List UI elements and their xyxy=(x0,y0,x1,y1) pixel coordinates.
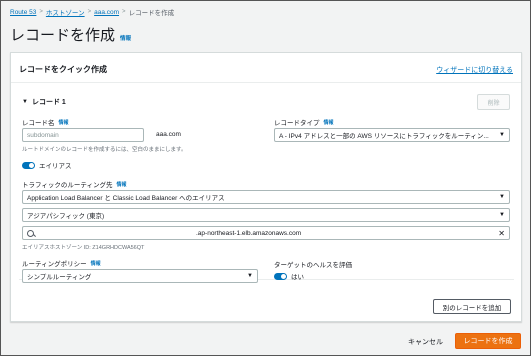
record-name-label-text: レコード名 xyxy=(22,120,55,127)
record-name-domain-suffix: aaa.com xyxy=(156,131,181,138)
routing-target-label: トラフィックのルーティング先 情報 xyxy=(22,179,127,190)
caret-down-icon: ▼ xyxy=(499,212,505,218)
evaluate-health-label: ターゲットのヘルスを評価 xyxy=(274,262,352,269)
load-balancer-value: .ap-northeast-1.elb.amazonaws.com xyxy=(196,229,302,237)
record-name-label: レコード名 情報 xyxy=(22,117,69,128)
record-name-input[interactable]: subdomain xyxy=(22,128,144,142)
search-icon xyxy=(27,229,34,237)
evaluate-health-value: はい xyxy=(291,274,304,281)
routing-target-info-link[interactable]: 情報 xyxy=(116,181,126,188)
routing-policy-info-link[interactable]: 情報 xyxy=(91,260,101,267)
chevron-right-icon: > xyxy=(39,9,43,15)
breadcrumb-domain[interactable]: aaa.com xyxy=(94,9,119,16)
region-value: アジアパシフィック (東京) xyxy=(27,213,105,220)
cancel-button[interactable]: キャンセル xyxy=(408,337,443,347)
switch-to-wizard-link[interactable]: ウィザードに切り替える xyxy=(436,65,513,75)
alias-toggle[interactable]: エイリアス xyxy=(22,160,72,170)
panel-header: レコードをクイック作成 ウィザードに切り替える xyxy=(11,53,521,83)
record-heading: レコード 1 xyxy=(31,99,66,106)
record-header-toggle[interactable]: ▼ レコード 1 xyxy=(22,97,66,107)
routing-policy-label-text: ルーティングポリシー xyxy=(22,261,87,268)
breadcrumb-hosted-zones[interactable]: ホストゾーン xyxy=(46,7,85,17)
breadcrumb-current: レコードを作成 xyxy=(128,10,175,17)
breadcrumb: Route 53 > ホストゾーン > aaa.com > レコードを作成 xyxy=(10,7,175,18)
load-balancer-field: .ap-northeast-1.elb.amazonaws.com xyxy=(27,229,302,237)
toggle-switch-icon xyxy=(22,161,35,169)
record-type-label: レコードタイプ 情報 xyxy=(274,117,334,128)
page-title-text: レコードを作成 xyxy=(10,27,116,44)
endpoint-type-select[interactable]: Application Load Balancer と Classic Load… xyxy=(22,190,510,204)
add-another-record-button[interactable]: 別のレコードを追加 xyxy=(433,299,511,314)
record-name-hint: ルートドメインのレコードを作成するには、空白のままにします。 xyxy=(22,147,187,153)
record-type-value: A - IPv4 アドレスと一部の AWS リソースにトラフィックをルーティン.… xyxy=(279,133,489,140)
routing-policy-select[interactable]: シンプルルーティング ▼ xyxy=(22,269,258,283)
record-type-info-link[interactable]: 情報 xyxy=(324,119,334,126)
caret-down-icon: ▼ xyxy=(499,132,505,138)
chevron-right-icon: > xyxy=(87,9,92,15)
load-balancer-search-input[interactable]: .ap-northeast-1.elb.amazonaws.com ✕ xyxy=(22,226,510,240)
record-section: ▼ レコード 1 削除 レコード名 情報 subdomain aaa.com ル… xyxy=(19,89,514,283)
caret-down-icon: ▼ xyxy=(22,99,28,105)
routing-target-label-text: トラフィックのルーティング先 xyxy=(22,182,113,189)
caret-down-icon: ▼ xyxy=(499,194,505,200)
hosted-zone-id-hint: エイリアスホストゾーン ID: Z14GRHDCWA56QT xyxy=(22,245,145,251)
clear-icon[interactable]: ✕ xyxy=(498,229,505,238)
page-title: レコードを作成 情報 xyxy=(10,24,131,45)
routing-policy-label: ルーティングポリシー 情報 xyxy=(22,258,101,269)
caret-down-icon: ▼ xyxy=(247,273,253,279)
evaluate-health-toggle[interactable]: はい xyxy=(274,271,304,281)
record-type-label-text: レコードタイプ xyxy=(274,120,320,127)
endpoint-type-value: Application Load Balancer と Classic Load… xyxy=(27,195,225,202)
delete-record-button[interactable]: 削除 xyxy=(477,94,510,110)
create-records-button[interactable]: レコードを作成 xyxy=(455,333,521,349)
alias-label: エイリアス xyxy=(39,163,72,170)
chevron-right-icon: > xyxy=(122,9,126,15)
region-select[interactable]: アジアパシフィック (東京) ▼ xyxy=(22,208,510,222)
toggle-switch-icon xyxy=(274,272,287,280)
breadcrumb-route53[interactable]: Route 53 xyxy=(10,9,36,16)
routing-policy-value: シンプルルーティング xyxy=(27,274,92,281)
page-info-link[interactable]: 情報 xyxy=(120,34,131,42)
panel-title: レコードをクイック作成 xyxy=(19,65,107,74)
record-name-info-link[interactable]: 情報 xyxy=(59,119,69,126)
quick-create-panel: レコードをクイック作成 ウィザードに切り替える ▼ レコード 1 削除 レコード… xyxy=(10,52,522,322)
record-type-select[interactable]: A - IPv4 アドレスと一部の AWS リソースにトラフィックをルーティン.… xyxy=(274,128,510,142)
